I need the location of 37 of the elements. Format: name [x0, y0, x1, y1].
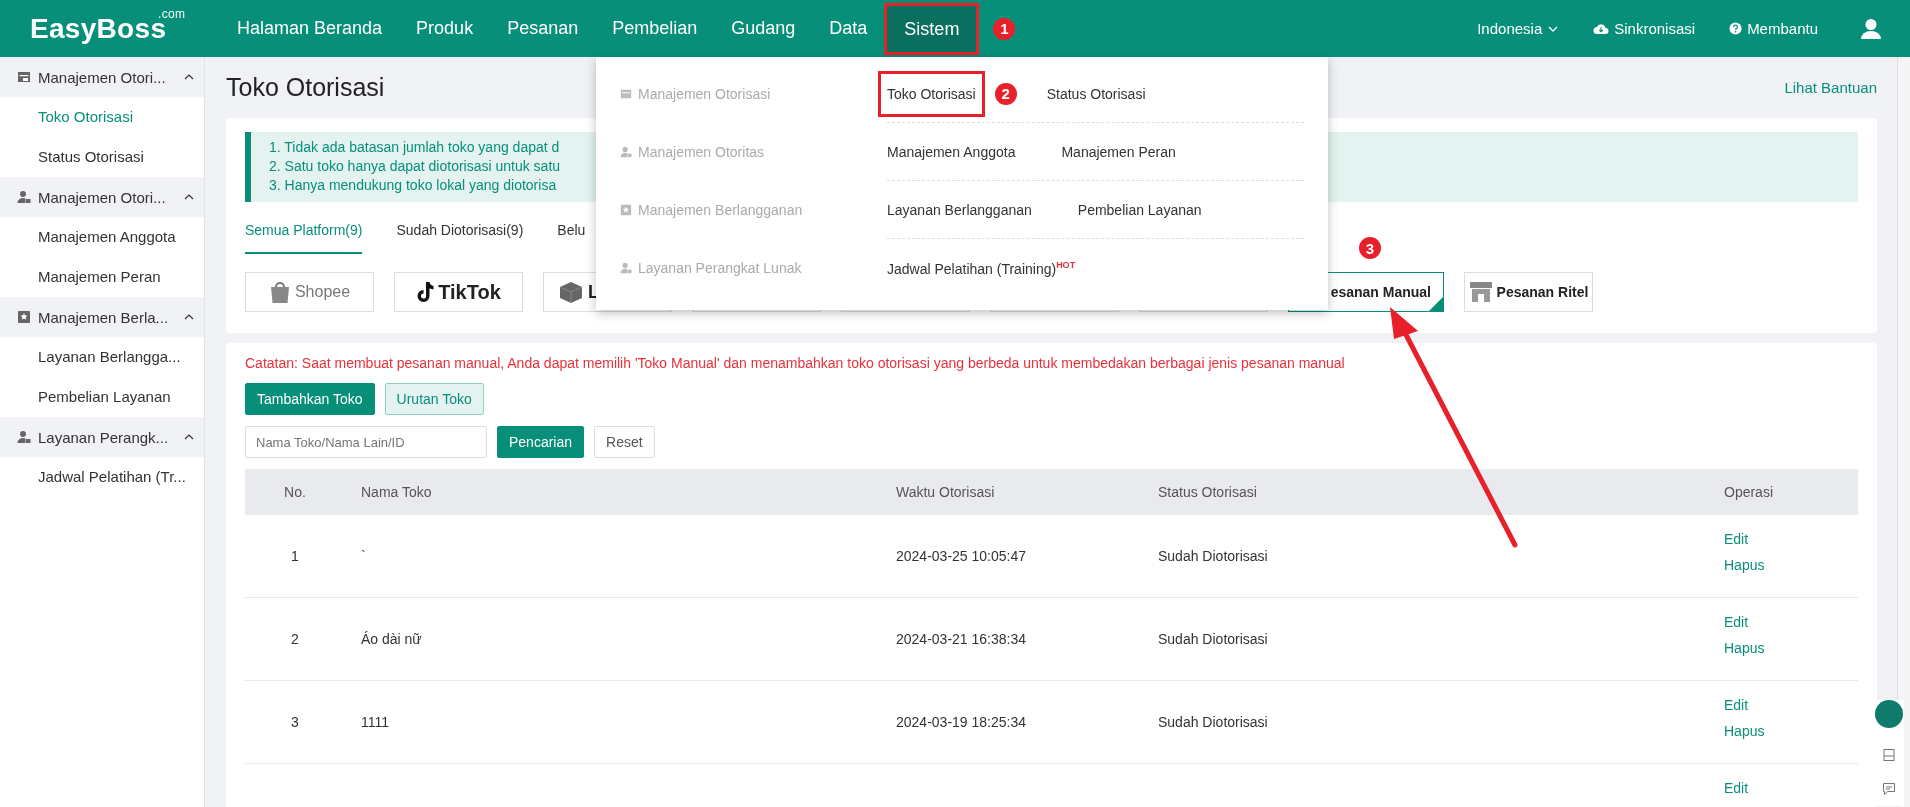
platform-name: esanan Manual	[1330, 284, 1431, 300]
menu-group-label: Manajemen Otorisasi	[638, 86, 771, 102]
sidebar-group-label: Manajemen Otori...	[38, 188, 167, 206]
table-cell: 1111	[361, 714, 390, 730]
sidebar-group-label: Layanan Perangk...	[38, 428, 170, 446]
table-cell: Áo dài nữ	[361, 631, 422, 647]
column-header: Status Otorisasi	[1158, 484, 1258, 500]
notice-line: 2. Satu toko hanya dapat diotorisasi untuk satu	[269, 157, 561, 176]
notice-line: 1. Tidak ada batasan jumlah toko yang dapat d	[269, 138, 560, 157]
column-header: Operasi	[1723, 484, 1775, 500]
table-cell: 2024-03-21 16:38:34	[896, 631, 1026, 647]
platform-name: Shopee	[294, 283, 351, 301]
column-header: No.	[283, 484, 307, 500]
menu-group-label: Manajemen Berlangganan	[638, 202, 803, 218]
table-cell: Sudah Diotorisasi	[1158, 631, 1268, 647]
table-cell: 2024-03-19 18:25:34	[896, 714, 1026, 730]
table-cell: 2024-03-25 10:05:47	[896, 548, 1026, 564]
menu-group-label: Layanan Perangkat Lunak	[638, 260, 802, 276]
page-title: Toko Otorisasi	[226, 73, 385, 102]
table-cell: 1	[291, 548, 299, 564]
step-marker: 2	[994, 82, 1017, 105]
notice-line: 3. Hanya mendukung toko lokal yang diotorisa	[269, 176, 557, 195]
platform-name: Pesanan Ritel	[1496, 284, 1589, 300]
sidebar-group-label: Manajemen Otori...	[38, 68, 167, 86]
sidebar-group-label: Manajemen Berla...	[38, 308, 170, 326]
platform-name: TikTok	[438, 280, 501, 304]
step-marker: 3	[1359, 237, 1381, 259]
step-marker: 1	[993, 17, 1016, 40]
table-cell: `	[361, 548, 366, 564]
table-cell: Sudah Diotorisasi	[1158, 548, 1268, 564]
table-cell: 2	[291, 631, 299, 647]
column-header: Nama Toko	[360, 484, 433, 500]
note-text: Catatan: Saat membuat pesanan manual, Anda dapat memilih 'Toko Manual' dan menambahkan toko otorisasi yang berbeda untuk membedakan berbagai jenis pesanan manual	[245, 354, 1346, 373]
table-cell: 3	[291, 714, 299, 730]
menu-group-label: Manajemen Otoritas	[638, 144, 765, 160]
column-header: Waktu Otorisasi	[895, 484, 996, 500]
table-cell: Sudah Diotorisasi	[1158, 714, 1268, 730]
